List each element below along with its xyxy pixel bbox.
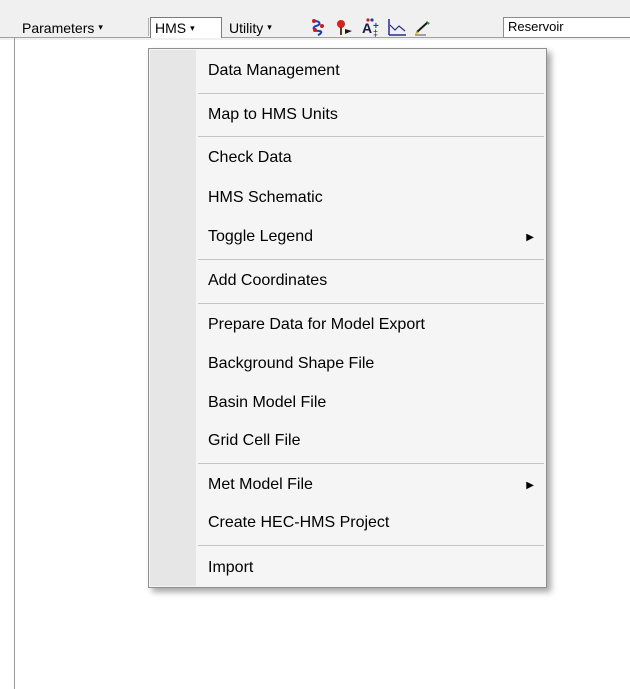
menu-item-data-management[interactable]: Data Management xyxy=(208,57,546,85)
menu-item-create-hec-hms-project[interactable]: Create HEC-HMS Project xyxy=(208,509,546,537)
chevron-down-icon: ▾ xyxy=(190,22,195,33)
submenu-arrow-icon: ▶ xyxy=(526,231,534,243)
hms-dropdown-menu: Data Management Map to HMS Units Check D… xyxy=(148,48,547,588)
utility-menu-label: Utility xyxy=(229,19,264,36)
menu-item-label: Background Shape File xyxy=(208,355,375,372)
svg-text:A: A xyxy=(362,20,372,36)
toolbar-separator xyxy=(148,18,149,36)
chevron-down-icon: ▾ xyxy=(267,22,272,32)
menu-item-label: Add Coordinates xyxy=(208,272,328,289)
menu-item-import[interactable]: Import xyxy=(208,554,546,582)
menu-separator xyxy=(198,303,544,304)
menu-item-check-data[interactable]: Check Data xyxy=(208,144,546,172)
menu-item-label: Import xyxy=(208,559,254,576)
menu-item-label: Met Model File xyxy=(208,476,313,493)
menu-separator xyxy=(198,93,544,94)
menu-item-label: Map to HMS Units xyxy=(208,106,338,123)
menu-item-prepare-data-for-model-export[interactable]: Prepare Data for Model Export xyxy=(208,311,546,339)
menu-item-label: Data Management xyxy=(208,62,340,79)
svg-text:‡: ‡ xyxy=(373,28,378,38)
menu-separator xyxy=(198,463,544,464)
menu-item-label: Create HEC-HMS Project xyxy=(208,514,390,531)
menu-item-background-shape-file[interactable]: Background Shape File xyxy=(208,350,546,378)
text-label-icon[interactable]: A + ‡ xyxy=(360,17,382,38)
chevron-down-icon: ▾ xyxy=(98,22,103,32)
parameters-menu-label: Parameters xyxy=(22,19,95,36)
utility-menu-button[interactable]: Utility ▾ xyxy=(225,17,276,38)
edit-pencil-icon[interactable] xyxy=(412,17,434,38)
hms-menu-button[interactable]: HMS ▾ xyxy=(150,17,222,38)
feature-type-value: Reservoir xyxy=(508,19,564,34)
hms-menu-label: HMS xyxy=(155,20,187,36)
menu-icon-gutter xyxy=(150,50,196,586)
menu-item-grid-cell-file[interactable]: Grid Cell File xyxy=(208,427,546,455)
menu-item-label: HMS Schematic xyxy=(208,189,323,206)
menu-item-label: Toggle Legend xyxy=(208,228,313,245)
menu-item-hms-schematic[interactable]: HMS Schematic xyxy=(208,184,546,212)
point-marker-icon[interactable] xyxy=(333,17,355,38)
menu-item-label: Prepare Data for Model Export xyxy=(208,316,425,333)
menu-item-map-to-hms-units[interactable]: Map to HMS Units xyxy=(208,101,546,129)
map-canvas-border xyxy=(14,38,15,689)
parameters-menu-button[interactable]: Parameters ▾ xyxy=(18,17,107,38)
menu-item-label: Basin Model File xyxy=(208,394,327,411)
menu-item-met-model-file[interactable]: Met Model File ▶ xyxy=(208,471,546,499)
flow-path-icon[interactable] xyxy=(309,17,331,38)
graph-icon[interactable] xyxy=(386,17,408,38)
menu-item-basin-model-file[interactable]: Basin Model File xyxy=(208,389,546,417)
menu-item-label: Grid Cell File xyxy=(208,432,301,449)
menu-separator xyxy=(198,136,544,137)
menu-separator xyxy=(198,545,544,546)
menu-item-toggle-legend[interactable]: Toggle Legend ▶ xyxy=(208,223,546,251)
menu-item-add-coordinates[interactable]: Add Coordinates xyxy=(208,267,546,295)
feature-type-combobox[interactable]: Reservoir xyxy=(503,17,630,38)
menu-separator xyxy=(198,259,544,260)
submenu-arrow-icon: ▶ xyxy=(526,479,534,491)
menu-item-label: Check Data xyxy=(208,149,292,166)
